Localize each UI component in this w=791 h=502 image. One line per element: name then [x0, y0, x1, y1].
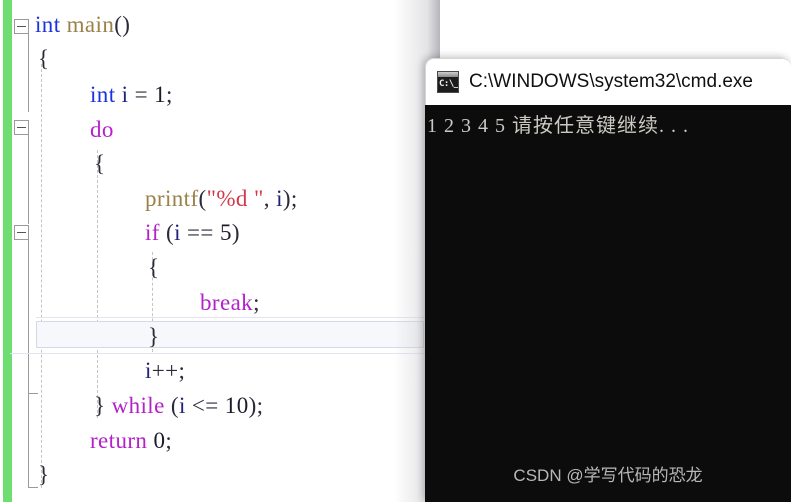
- code-line[interactable]: int main(): [35, 8, 130, 42]
- cmd-output-text: 1 2 3 4 5 请按任意键继续. . .: [427, 115, 689, 137]
- code-line[interactable]: printf("%d ", i);: [145, 182, 298, 216]
- outline-spine-main: [28, 28, 29, 112]
- code-editor-pane[interactable]: int main() { int i = 1; do { printf("%d …: [0, 0, 440, 502]
- indent-guide-2: [97, 150, 98, 418]
- cmd-icon-prompt-glyph: C:\_: [439, 79, 459, 89]
- fold-toggle-do[interactable]: [14, 120, 29, 135]
- current-line-separator-bottom: [10, 353, 440, 354]
- code-line[interactable]: }: [148, 320, 159, 354]
- code-line[interactable]: {: [94, 147, 105, 181]
- editor-change-bar: [3, 0, 12, 502]
- code-line[interactable]: {: [38, 42, 49, 76]
- csdn-watermark: CSDN @学写代码的恐龙: [513, 466, 703, 485]
- code-line[interactable]: {: [148, 251, 159, 285]
- code-line[interactable]: if (i == 5): [145, 216, 240, 250]
- current-line-highlight: [36, 321, 424, 348]
- cmd-console-window[interactable]: C:\_ C:\WINDOWS\system32\cmd.exe 1 2 3 4…: [425, 58, 791, 502]
- outline-spine-tail1: [28, 354, 29, 394]
- cmd-console-output-area[interactable]: 1 2 3 4 5 请按任意键继续. . . CSDN @学写代码的恐龙: [425, 105, 791, 502]
- cmd-window-title: C:\WINDOWS\system32\cmd.exe: [469, 71, 753, 92]
- cmd-title-bar[interactable]: C:\_ C:\WINDOWS\system32\cmd.exe: [425, 58, 791, 105]
- code-line[interactable]: break;: [200, 286, 260, 320]
- outline-spine-foot-do: [28, 393, 38, 394]
- outline-spine-do: [28, 128, 29, 224]
- code-line[interactable]: int i = 1;: [90, 78, 173, 112]
- cmd-console-icon: C:\_: [437, 71, 459, 93]
- fold-toggle-if[interactable]: [14, 225, 29, 240]
- code-line[interactable]: do: [90, 113, 114, 147]
- code-line[interactable]: }: [38, 458, 49, 492]
- code-line[interactable]: } while (i <= 10);: [94, 389, 263, 423]
- outline-spine-tail2: [28, 394, 29, 488]
- code-line[interactable]: return 0;: [90, 424, 172, 458]
- outline-spine-foot-main: [28, 487, 38, 488]
- outline-spine-if: [28, 240, 29, 354]
- fold-toggle-main[interactable]: [14, 19, 29, 34]
- code-line[interactable]: i++;: [145, 354, 185, 388]
- indent-guide-1: [41, 64, 42, 488]
